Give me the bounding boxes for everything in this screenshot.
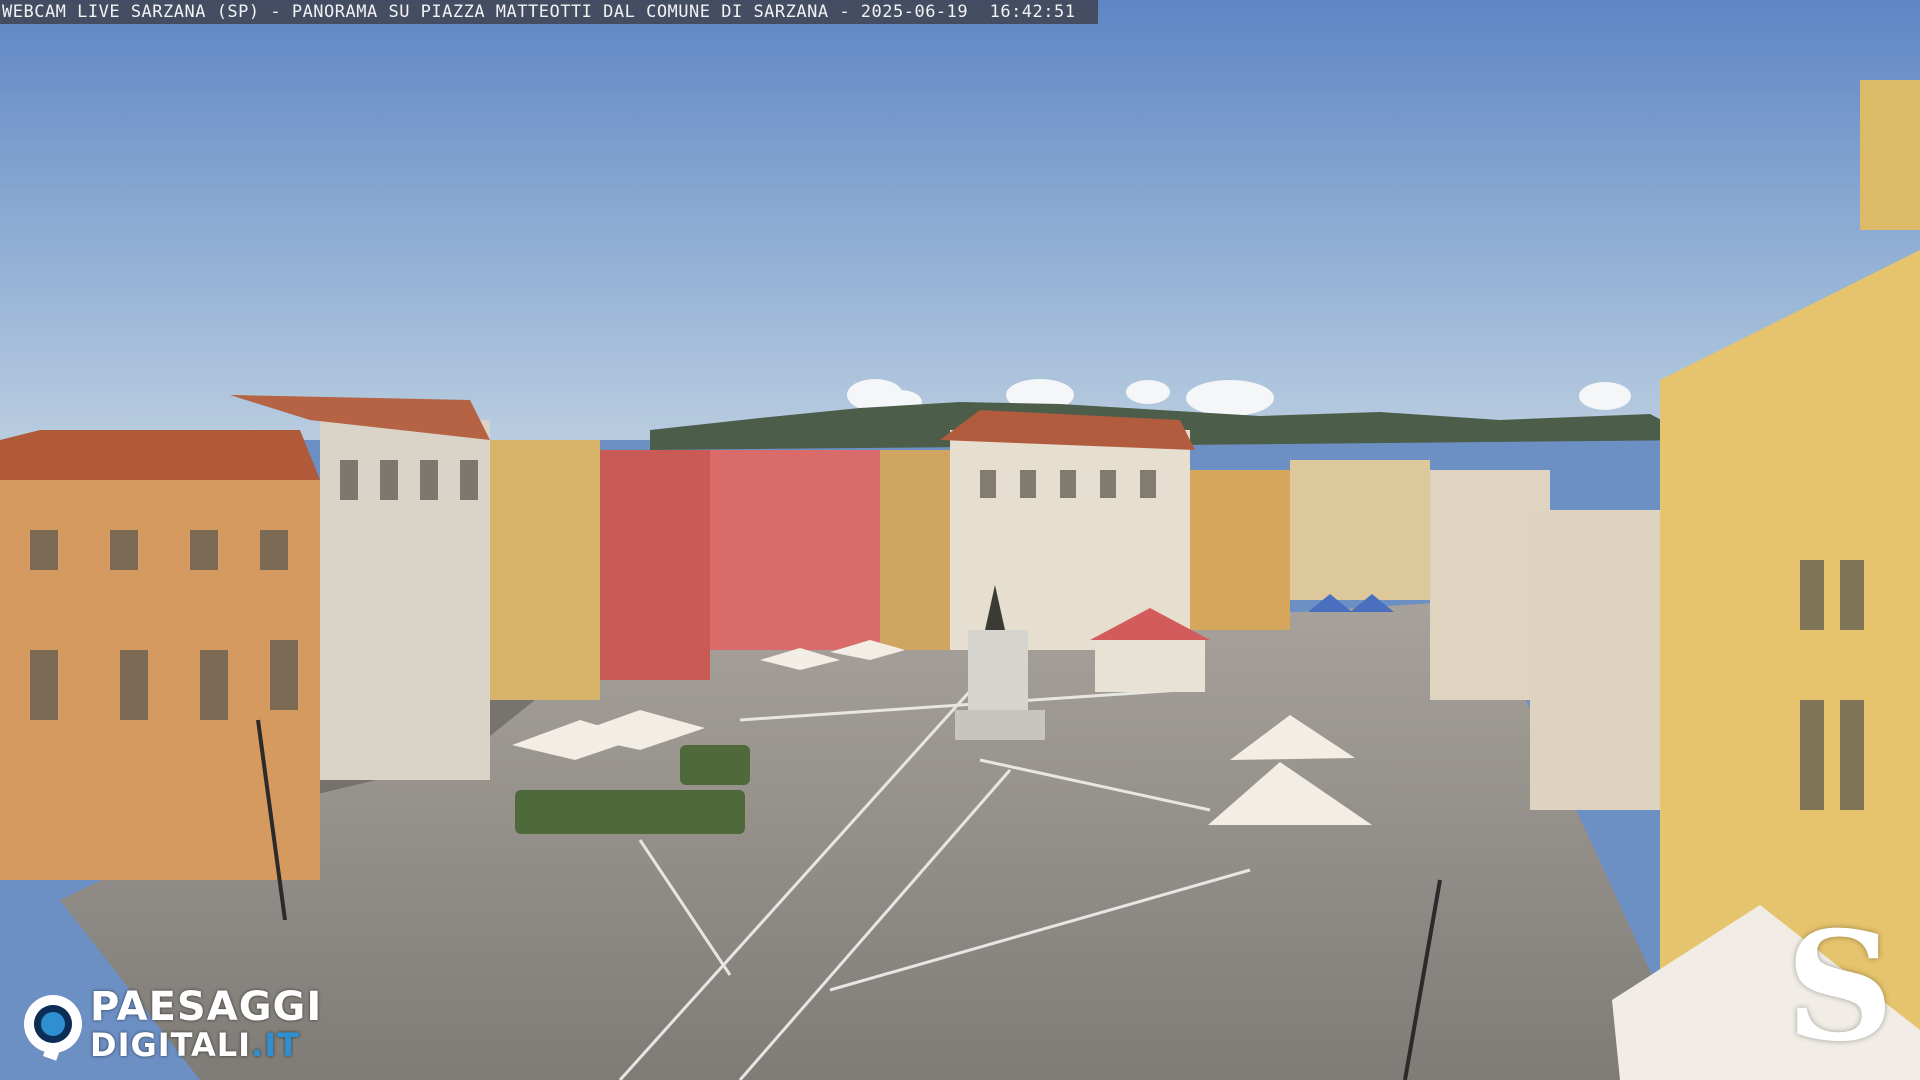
paesaggi-digitali-logo: PAESAGGI DIGITALI.IT bbox=[24, 987, 322, 1061]
logo-line2: DIGITALI.IT bbox=[90, 1029, 322, 1061]
timestamp-caption: WEBCAM LIVE SARZANA (SP) - PANORAMA SU P… bbox=[0, 0, 1098, 24]
piazza-panorama-image bbox=[0, 0, 1920, 1080]
logo-text: PAESAGGI DIGITALI.IT bbox=[90, 987, 322, 1061]
logo-line2-tld: .IT bbox=[251, 1026, 300, 1064]
logo-line2-main: DIGITALI bbox=[90, 1026, 252, 1064]
webcam-view: WEBCAM LIVE SARZANA (SP) - PANORAMA SU P… bbox=[0, 0, 1920, 1080]
logo-line1: PAESAGGI bbox=[90, 984, 323, 1030]
sky bbox=[0, 0, 1920, 440]
corner-s-logo: S bbox=[1785, 899, 1894, 1075]
eye-icon bbox=[24, 995, 82, 1053]
